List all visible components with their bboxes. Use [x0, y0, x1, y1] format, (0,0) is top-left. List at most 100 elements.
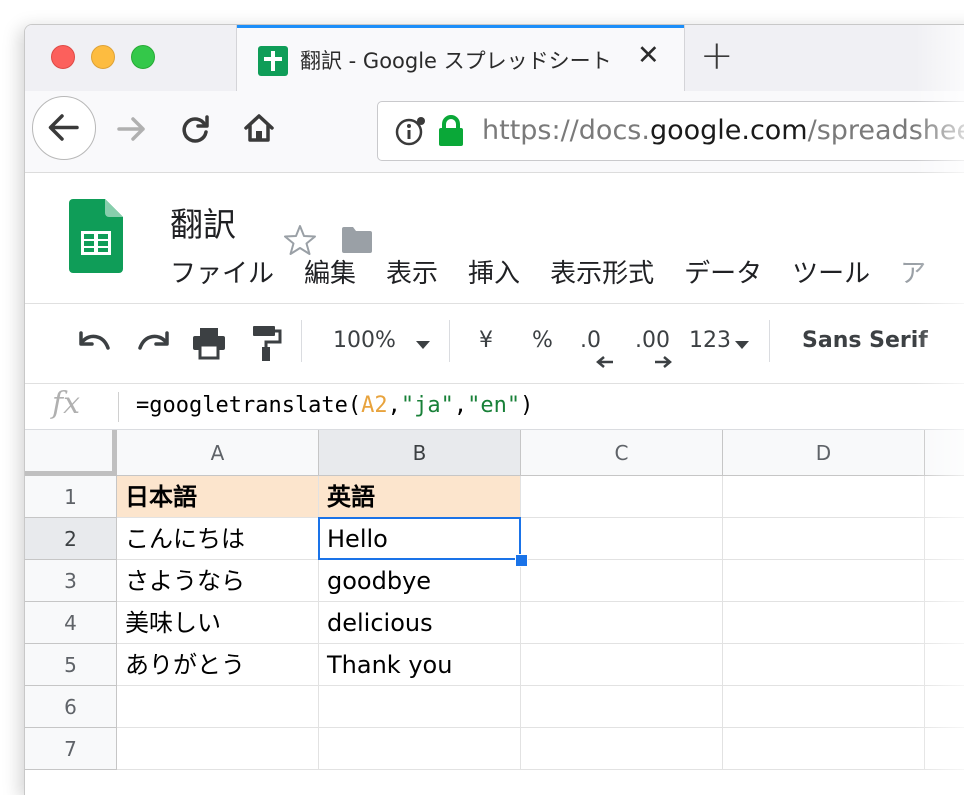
cell-b1[interactable]: 英語 — [319, 476, 521, 518]
row-header-4[interactable]: 4 — [25, 602, 117, 644]
formula-token: "ja" — [400, 393, 454, 418]
cell-extra[interactable] — [925, 476, 964, 518]
menu-file[interactable]: ファイル — [170, 253, 274, 290]
cell-c2[interactable] — [521, 518, 723, 560]
browser-window: 翻訳 - Google スプレッドシート ✕ + https://docs.go… — [24, 24, 964, 795]
close-window-button[interactable] — [51, 45, 75, 69]
formula-token: A2 — [361, 393, 388, 418]
url-domain: google.com — [649, 115, 808, 146]
new-tab-button[interactable]: + — [700, 35, 734, 77]
cell-extra[interactable] — [925, 560, 964, 602]
cell-d1[interactable] — [723, 476, 925, 518]
cell-d5[interactable] — [723, 644, 925, 686]
decrease-decimal-button[interactable]: .0 — [580, 328, 601, 353]
cell-c3[interactable] — [521, 560, 723, 602]
home-icon[interactable] — [240, 109, 278, 147]
cell-b3[interactable]: goodbye — [319, 560, 521, 602]
sheets-logo-icon[interactable] — [69, 199, 123, 273]
menu-edit[interactable]: 編集 — [304, 253, 356, 290]
column-header-next[interactable] — [925, 430, 964, 476]
cell-d6[interactable] — [723, 686, 925, 728]
number-format-dropdown-icon[interactable] — [734, 340, 750, 350]
cell-d7[interactable] — [723, 728, 925, 770]
row-header-6[interactable]: 6 — [25, 686, 117, 728]
formula-separator — [118, 392, 119, 422]
redo-icon[interactable] — [135, 328, 171, 360]
zoom-dropdown-icon[interactable] — [415, 340, 431, 350]
minimize-window-button[interactable] — [91, 45, 115, 69]
url-text[interactable]: https://docs.google.com/spreadsheets — [482, 115, 964, 146]
column-header-c[interactable]: C — [521, 430, 723, 476]
cell-a5[interactable]: ありがとう — [117, 644, 319, 686]
row-header-3[interactable]: 3 — [25, 560, 117, 602]
cell-d3[interactable] — [723, 560, 925, 602]
cell-a3[interactable]: さようなら — [117, 560, 319, 602]
menu-insert[interactable]: 挿入 — [468, 253, 520, 290]
menu-data[interactable]: データ — [684, 253, 762, 290]
cell-b4[interactable]: delicious — [319, 602, 521, 644]
increase-decimal-button[interactable]: .00 — [635, 328, 670, 353]
cell-d2[interactable] — [723, 518, 925, 560]
fill-handle[interactable] — [515, 554, 528, 567]
cell-b5[interactable]: Thank you — [319, 644, 521, 686]
toolbar-separator — [301, 320, 302, 362]
tab-close-icon[interactable]: ✕ — [637, 41, 660, 71]
star-icon[interactable] — [283, 223, 317, 257]
cell-b6[interactable] — [319, 686, 521, 728]
tab-bar: 翻訳 - Google スプレッドシート ✕ + — [25, 25, 964, 91]
toolbar: 100% ¥ % .0 .00 123 Sans Serif — [25, 304, 964, 384]
cell-a7[interactable] — [117, 728, 319, 770]
fx-icon: fx — [52, 386, 81, 421]
cell-b2[interactable]: Hello — [319, 518, 521, 560]
column-header-d[interactable]: D — [723, 430, 925, 476]
increase-decimal-arrow-icon — [655, 356, 672, 368]
cell-extra[interactable] — [925, 686, 964, 728]
cell-c6[interactable] — [521, 686, 723, 728]
menu-view[interactable]: 表示 — [386, 253, 438, 290]
cell-a1[interactable]: 日本語 — [117, 476, 319, 518]
url-bar[interactable]: https://docs.google.com/spreadsheets — [377, 101, 964, 161]
row-header-1[interactable]: 1 — [25, 476, 117, 518]
info-icon[interactable] — [394, 116, 426, 148]
cell-a6[interactable] — [117, 686, 319, 728]
print-icon[interactable] — [191, 326, 227, 360]
percent-format-button[interactable]: % — [532, 328, 553, 353]
cell-extra[interactable] — [925, 602, 964, 644]
cell-a4[interactable]: 美味しい — [117, 602, 319, 644]
cell-extra[interactable] — [925, 728, 964, 770]
row-header-5[interactable]: 5 — [25, 644, 117, 686]
cell-c1[interactable] — [521, 476, 723, 518]
document-title[interactable]: 翻訳 — [170, 198, 236, 246]
formula-token: , — [387, 393, 401, 418]
row-header-2[interactable]: 2 — [25, 518, 117, 560]
cell-b7[interactable] — [319, 728, 521, 770]
cell-c5[interactable] — [521, 644, 723, 686]
zoom-select[interactable]: 100% — [333, 328, 396, 353]
reload-icon[interactable] — [178, 111, 214, 147]
back-button[interactable] — [32, 96, 96, 160]
font-family-select[interactable]: Sans Serif — [802, 328, 928, 353]
cell-d4[interactable] — [723, 602, 925, 644]
tab-active-indicator — [237, 25, 684, 28]
cell-extra[interactable] — [925, 644, 964, 686]
tab-active[interactable]: 翻訳 - Google スプレッドシート ✕ — [236, 25, 685, 91]
currency-format-button[interactable]: ¥ — [479, 328, 493, 353]
column-header-b[interactable]: B — [319, 430, 521, 476]
paint-format-icon[interactable] — [251, 324, 283, 362]
forward-arrow-icon[interactable] — [113, 111, 149, 147]
column-header-a[interactable]: A — [117, 430, 319, 476]
menu-addons[interactable]: ア — [900, 253, 926, 290]
folder-icon[interactable] — [340, 225, 374, 255]
maximize-window-button[interactable] — [131, 45, 155, 69]
cell-c7[interactable] — [521, 728, 723, 770]
cell-c4[interactable] — [521, 602, 723, 644]
number-format-select[interactable]: 123 — [689, 328, 731, 353]
menu-format[interactable]: 表示形式 — [550, 253, 654, 290]
cell-extra[interactable] — [925, 518, 964, 560]
row-header-7[interactable]: 7 — [25, 728, 117, 770]
formula-input[interactable]: =googletranslate(A2,"ja","en") — [136, 393, 533, 418]
cell-a2[interactable]: こんにちは — [117, 518, 319, 560]
menu-tools[interactable]: ツール — [792, 253, 870, 290]
select-all-corner[interactable] — [25, 430, 117, 476]
undo-icon[interactable] — [77, 328, 113, 360]
